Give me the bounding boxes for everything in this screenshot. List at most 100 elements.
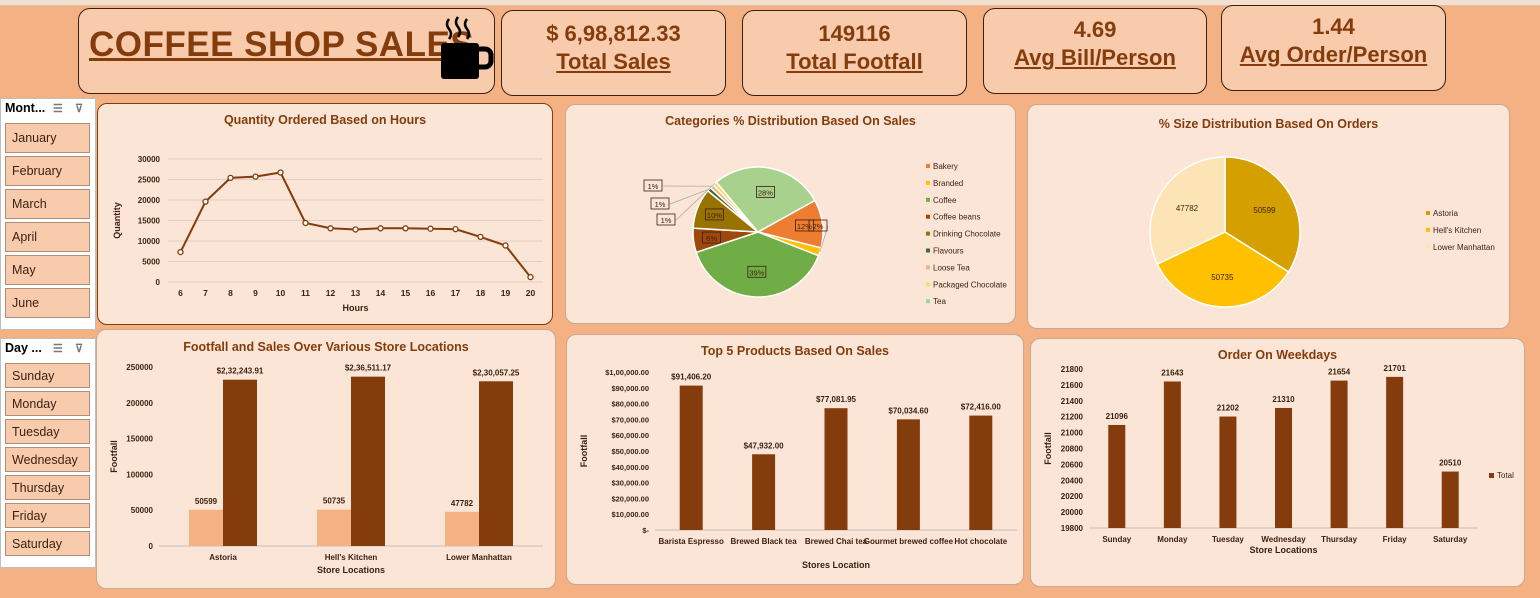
y-tick-label: $-: [642, 526, 649, 535]
y-tick-label: 200000: [126, 399, 153, 408]
data-label: $47,932.00: [744, 441, 785, 450]
y-tick-label: $50,000.00: [611, 447, 649, 456]
data-label: $77,081.95: [816, 395, 857, 404]
data-label: $91,406.20: [671, 373, 712, 382]
bar: [824, 408, 848, 530]
x-tick-label: Astoria: [209, 553, 237, 562]
y-tick-label: 150000: [126, 435, 153, 444]
data-label: 39%: [749, 268, 764, 277]
kpi-total-footfall: 149116 Total Footfall: [742, 10, 967, 96]
bar: [1108, 424, 1126, 528]
data-point: [352, 226, 359, 233]
chart-card-locations[interactable]: Footfall and Sales Over Various Store Lo…: [96, 329, 556, 589]
slicer-item-monday[interactable]: Monday: [5, 391, 90, 416]
legend-swatch: [926, 299, 930, 304]
bar: [1330, 380, 1348, 528]
slicer-item-sunday[interactable]: Sunday: [5, 363, 90, 388]
kpi-value: $ 6,98,812.33: [546, 21, 681, 46]
day-slicer[interactable]: Day ... ☰ ⊽ Sunday Monday Tuesday Wednes…: [0, 338, 96, 568]
x-tick-label: 9: [253, 288, 258, 298]
chart-card-hours[interactable]: Quantity Ordered Based on Hours 0 5000 100…: [97, 103, 553, 325]
slicer-item-friday[interactable]: Friday: [5, 503, 90, 528]
data-point: [202, 198, 209, 205]
x-tick-label: Thursday: [1321, 535, 1358, 544]
slicer-item-april[interactable]: April: [5, 222, 90, 252]
data-label: 21310: [1272, 395, 1295, 404]
legend-swatch: [926, 197, 930, 202]
data-label: $2,30,057.25: [473, 368, 520, 377]
data-point: [252, 173, 259, 180]
legend-swatch: [926, 248, 930, 253]
chart-card-weekdays[interactable]: Order On Weekdays 19800 20000 20200 20400 20…: [1030, 338, 1525, 587]
x-tick-label: 8: [228, 288, 233, 298]
slicer-item-february[interactable]: February: [5, 156, 90, 186]
x-tick-label: 20: [526, 288, 536, 298]
x-tick-label: 17: [451, 288, 461, 298]
multi-select-icon[interactable]: ☰: [53, 102, 63, 115]
y-tick-label: $90,000.00: [611, 384, 649, 393]
y-tick-label: 21800: [1061, 365, 1084, 374]
y-tick-label: 20000: [1061, 508, 1084, 517]
bar-chart-products: $- $10,000.00 $20,000.00 $30,000.00 $40,000.…: [579, 368, 1017, 570]
y-tick-label: 20800: [1061, 445, 1084, 454]
data-label: 47782: [1176, 204, 1199, 213]
clear-filter-icon[interactable]: ⊽: [75, 102, 83, 115]
legend-label: Drinking Chocolate: [933, 230, 1001, 239]
legend-swatch: [1426, 211, 1430, 215]
data-point: [227, 174, 234, 182]
slicer-item-january[interactable]: January: [5, 123, 90, 153]
multi-select-icon[interactable]: ☰: [53, 342, 63, 355]
chart-card-products[interactable]: Top 5 Products Based On Sales $- $10,000.…: [566, 334, 1024, 585]
x-tick-label: 11: [301, 288, 310, 298]
y-tick-label: $60,000.00: [611, 431, 649, 440]
y-tick-label: $30,000.00: [611, 479, 649, 488]
y-tick-label: 100000: [126, 470, 153, 479]
bar: [189, 509, 223, 546]
bar: [1441, 471, 1459, 528]
y-tick-label: $1,00,000.00: [605, 368, 649, 377]
slicer-header: Mont... ☰ ⊽: [1, 99, 95, 119]
data-label: $2,36,511.17: [345, 364, 392, 373]
data-point: [427, 225, 434, 232]
y-axis-label: Footfall: [579, 435, 589, 468]
kpi-value: 149116: [818, 21, 891, 46]
coffee-mug-icon: [441, 16, 494, 79]
slicer-item-june[interactable]: June: [5, 288, 90, 318]
y-tick-label: 20600: [1061, 460, 1084, 469]
kpi-value: 4.69: [1073, 17, 1117, 42]
kpi-label: Avg Order/Person: [1239, 42, 1428, 67]
legend-label: Astoria: [1433, 209, 1458, 218]
slicer-item-wednesday[interactable]: Wednesday: [5, 447, 90, 472]
data-label: 1%: [648, 182, 659, 191]
month-slicer[interactable]: Mont... ☰ ⊽ January February March April…: [0, 98, 96, 330]
y-tick-label: 21200: [1061, 413, 1084, 422]
data-point: [527, 273, 534, 281]
page-title: COFFEE SHOP SALES: [89, 25, 475, 64]
y-axis-label: Quantity: [112, 202, 122, 239]
data-point: [502, 242, 509, 249]
y-tick-label: $10,000.00: [611, 510, 649, 519]
dashboard-title-box: COFFEE SHOP SALES: [78, 8, 495, 94]
slicer-item-thursday[interactable]: Thursday: [5, 475, 90, 500]
slicer-item-tuesday[interactable]: Tuesday: [5, 419, 90, 444]
x-tick-label: 10: [276, 288, 286, 298]
y-tick-label: 0: [149, 542, 154, 551]
x-tick-label: Lower Manhattan: [446, 553, 512, 562]
kpi-avg-order: 1.44 Avg Order/Person: [1221, 5, 1446, 91]
slicer-item-march[interactable]: March: [5, 189, 90, 219]
kpi-label: Avg Bill/Person: [1014, 45, 1176, 70]
legend-swatch: [1489, 473, 1494, 478]
chart-card-categories[interactable]: Categories % Distribution Based On Sales…: [565, 104, 1016, 324]
slicer-item-saturday[interactable]: Saturday: [5, 531, 90, 556]
data-label: $70,034.60: [888, 406, 929, 415]
slicer-item-may[interactable]: May: [5, 255, 90, 285]
x-tick-label: Monday: [1157, 535, 1188, 544]
y-tick-label: 50000: [131, 506, 154, 515]
clear-filter-icon[interactable]: ⊽: [75, 342, 83, 355]
legend-label: Branded: [933, 179, 963, 188]
x-tick-label: 13: [351, 288, 361, 298]
data-label: 28%: [758, 188, 773, 197]
chart-card-sizes[interactable]: % Size Distribution Based On Orders 5059…: [1027, 104, 1510, 329]
bar-chart-weekdays: 19800 20000 20200 20400 20600 20800 21000 21200…: [1043, 364, 1514, 555]
y-tick-label: 20000: [138, 196, 161, 205]
